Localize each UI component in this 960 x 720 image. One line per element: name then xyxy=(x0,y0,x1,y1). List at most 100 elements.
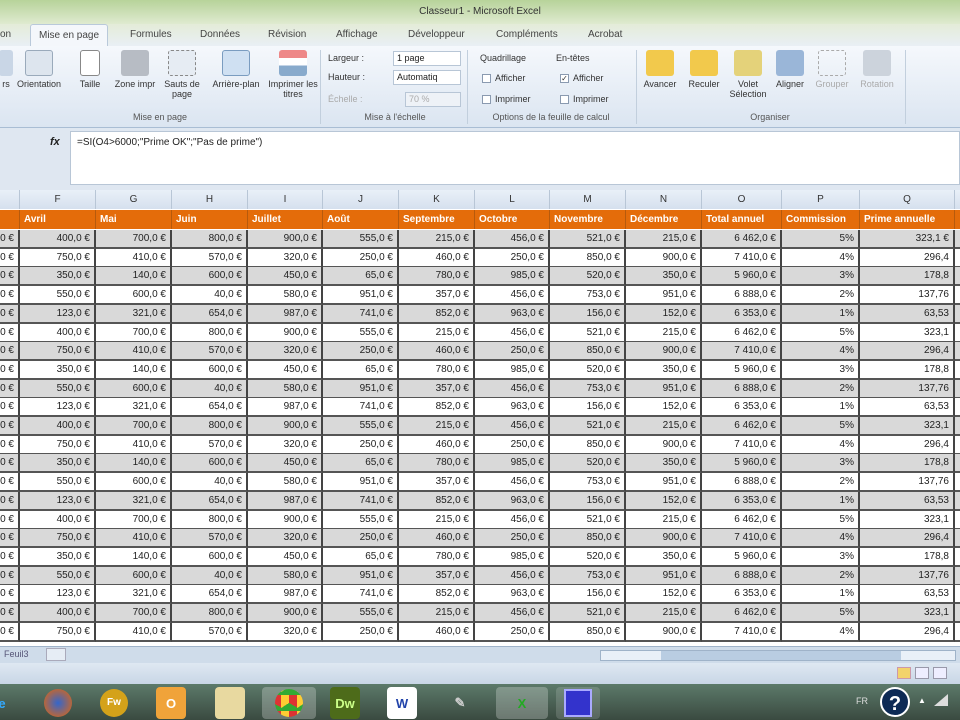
ie-icon[interactable]: e xyxy=(0,687,22,719)
table-cell[interactable] xyxy=(955,604,960,623)
table-cell[interactable]: 0 € xyxy=(0,454,20,474)
table-cell[interactable]: 0 € xyxy=(0,248,20,268)
table-cell[interactable]: 900,0 € xyxy=(626,342,702,362)
table-cell[interactable]: 6 888,0 € xyxy=(702,286,782,306)
table-cell[interactable]: 323,1 xyxy=(860,510,955,530)
align-button[interactable]: Aligner xyxy=(770,50,810,89)
table-cell[interactable] xyxy=(955,529,960,549)
table-cell[interactable]: 600,0 € xyxy=(96,379,172,399)
table-cell[interactable]: 7 410,0 € xyxy=(702,435,782,455)
table-cell[interactable]: 550,0 € xyxy=(20,379,96,399)
table-cell[interactable]: 521,0 € xyxy=(550,604,626,623)
table-cell[interactable]: 0 € xyxy=(0,398,20,418)
table-cell[interactable]: 800,0 € xyxy=(172,230,248,249)
outlook-icon[interactable]: O xyxy=(156,687,186,719)
page-layout-view-icon[interactable] xyxy=(915,667,929,679)
table-cell[interactable]: 40,0 € xyxy=(172,286,248,306)
table-cell[interactable]: 985,0 € xyxy=(475,547,550,567)
fireworks-icon[interactable]: Fw xyxy=(94,687,134,719)
table-cell[interactable]: 750,0 € xyxy=(20,622,96,642)
table-cell[interactable]: 963,0 € xyxy=(475,491,550,511)
table-cell[interactable]: 250,0 € xyxy=(323,248,399,268)
table-cell[interactable]: 985,0 € xyxy=(475,360,550,380)
table-cell[interactable]: 900,0 € xyxy=(248,417,323,436)
table-cell[interactable]: 570,0 € xyxy=(172,435,248,455)
table-header-cell[interactable]: Avril xyxy=(20,210,96,229)
tab-formules[interactable]: Formules xyxy=(130,29,172,40)
table-cell[interactable]: 456,0 € xyxy=(475,379,550,399)
table-cell[interactable]: 357,0 € xyxy=(399,473,475,493)
table-cell[interactable]: 321,0 € xyxy=(96,491,172,511)
table-cell[interactable]: 521,0 € xyxy=(550,417,626,436)
table-cell[interactable]: 850,0 € xyxy=(550,622,626,642)
table-cell[interactable]: 1% xyxy=(782,398,860,418)
table-cell[interactable]: 951,0 € xyxy=(626,473,702,493)
table-cell[interactable]: 323,1 xyxy=(860,604,955,623)
table-cell[interactable]: 741,0 € xyxy=(323,304,399,324)
table-cell[interactable]: 350,0 € xyxy=(20,454,96,474)
table-cell[interactable]: 0 € xyxy=(0,286,20,306)
table-cell[interactable]: 63,53 xyxy=(860,491,955,511)
column-header[interactable]: N xyxy=(626,190,702,209)
table-header-cell[interactable] xyxy=(0,210,20,229)
table-cell[interactable]: 700,0 € xyxy=(96,604,172,623)
table-cell[interactable]: 520,0 € xyxy=(550,547,626,567)
table-cell[interactable]: 852,0 € xyxy=(399,491,475,511)
table-cell[interactable] xyxy=(955,323,960,343)
table-cell[interactable]: 123,0 € xyxy=(20,398,96,418)
table-cell[interactable]: 0 € xyxy=(0,230,20,249)
table-cell[interactable]: 654,0 € xyxy=(172,585,248,605)
table-cell[interactable] xyxy=(955,398,960,418)
table-cell[interactable]: 156,0 € xyxy=(550,491,626,511)
table-cell[interactable]: 520,0 € xyxy=(550,454,626,474)
table-cell[interactable]: 900,0 € xyxy=(626,435,702,455)
table-cell[interactable]: 6 462,0 € xyxy=(702,604,782,623)
table-cell[interactable]: 5% xyxy=(782,323,860,343)
table-header-cell[interactable]: Août xyxy=(323,210,399,229)
table-cell[interactable]: 410,0 € xyxy=(96,435,172,455)
table-cell[interactable]: 296,4 xyxy=(860,248,955,268)
table-cell[interactable]: 6 353,0 € xyxy=(702,304,782,324)
table-cell[interactable]: 550,0 € xyxy=(20,473,96,493)
table-cell[interactable]: 137,76 xyxy=(860,286,955,306)
table-cell[interactable]: 753,0 € xyxy=(550,379,626,399)
table-cell[interactable]: 570,0 € xyxy=(172,622,248,642)
table-cell[interactable]: 65,0 € xyxy=(323,360,399,380)
column-header[interactable] xyxy=(955,190,960,209)
chrome-icon[interactable] xyxy=(262,687,316,719)
table-cell[interactable]: 741,0 € xyxy=(323,491,399,511)
insert-function-icon[interactable]: fx xyxy=(50,136,60,148)
excel-icon[interactable]: X xyxy=(496,687,548,719)
table-cell[interactable]: 410,0 € xyxy=(96,342,172,362)
table-cell[interactable]: 0 € xyxy=(0,585,20,605)
table-cell[interactable]: 654,0 € xyxy=(172,398,248,418)
scale-spinner[interactable]: 70 % xyxy=(405,92,461,107)
table-cell[interactable]: 550,0 € xyxy=(20,566,96,586)
table-cell[interactable]: 741,0 € xyxy=(323,585,399,605)
table-cell[interactable]: 178,8 xyxy=(860,454,955,474)
table-cell[interactable]: 410,0 € xyxy=(96,529,172,549)
table-cell[interactable]: 350,0 € xyxy=(626,547,702,567)
checkbox[interactable] xyxy=(482,74,491,84)
table-cell[interactable]: 215,0 € xyxy=(399,417,475,436)
table-cell[interactable]: 555,0 € xyxy=(323,417,399,436)
table-cell[interactable]: 296,4 xyxy=(860,529,955,549)
table-cell[interactable]: 600,0 € xyxy=(172,454,248,474)
table-cell[interactable]: 0 € xyxy=(0,566,20,586)
table-cell[interactable]: 123,0 € xyxy=(20,491,96,511)
table-cell[interactable]: 65,0 € xyxy=(323,547,399,567)
table-cell[interactable]: 140,0 € xyxy=(96,454,172,474)
horizontal-scrollbar[interactable] xyxy=(600,650,956,661)
firefox-icon[interactable] xyxy=(38,687,78,719)
table-cell[interactable]: 987,0 € xyxy=(248,491,323,511)
table-header-cell[interactable] xyxy=(955,210,960,229)
table-cell[interactable] xyxy=(955,473,960,493)
table-cell[interactable]: 0 € xyxy=(0,435,20,455)
table-cell[interactable]: 951,0 € xyxy=(626,286,702,306)
table-cell[interactable]: 410,0 € xyxy=(96,622,172,642)
table-cell[interactable]: 460,0 € xyxy=(399,435,475,455)
gridlines-print-checkbox[interactable]: Imprimer xyxy=(482,94,531,105)
table-cell[interactable]: 0 € xyxy=(0,473,20,493)
table-cell[interactable]: 741,0 € xyxy=(323,398,399,418)
print-area-button[interactable]: Zone impr xyxy=(110,50,160,89)
